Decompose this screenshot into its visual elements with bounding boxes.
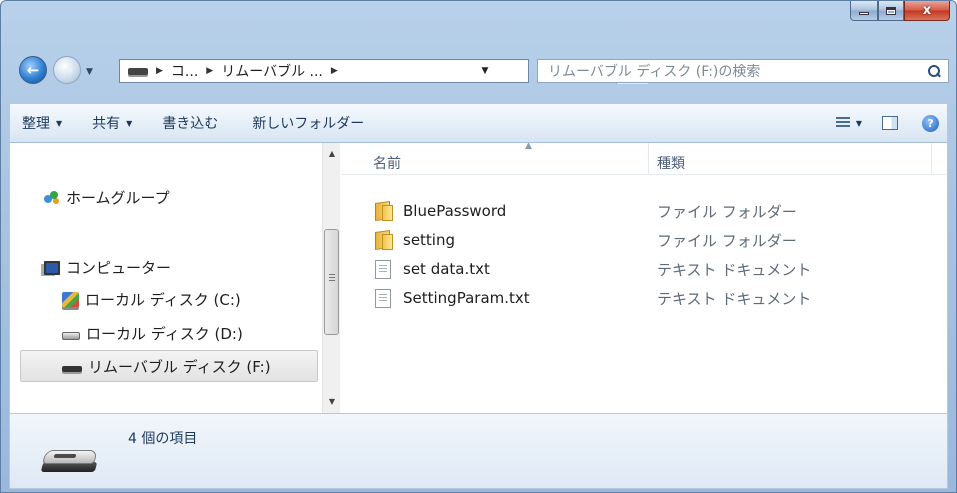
navigation-bar: ← → ▼ ▶ コ... ▶ リムーバブル ... ▶ ▼ ⇄ リムーバブル デ… [1,52,956,92]
file-name: set data.txt [403,260,490,278]
file-row-bluepassword[interactable]: BluePassword ファイル フォルダー [373,199,933,223]
burn-button[interactable]: 書き込む [154,104,226,142]
local-disk-c-icon [62,292,79,307]
file-type: ファイル フォルダー [657,202,797,221]
preview-pane-icon[interactable] [882,116,898,130]
folder-icon [373,202,393,221]
search-placeholder: リムーバブル ディスク (F:)の検索 [548,64,761,80]
file-type: テキスト ドキュメント [657,260,812,279]
new-folder-label: 新しいフォルダー [252,116,365,132]
organize-label: 整理 [22,116,50,132]
sort-ascending-icon: ▲ [525,141,532,151]
help-icon[interactable]: ? [922,114,939,132]
close-icon: x [922,3,932,18]
column-divider[interactable] [931,143,932,175]
column-header-row: 名前 ▲ 種類 [341,141,947,175]
removable-drive-large-icon [40,446,100,476]
close-button[interactable]: x [904,1,950,21]
change-view-icon[interactable] [835,117,850,129]
details-pane: 4 個の項目 [9,413,948,489]
maximize-button[interactable] [878,1,904,21]
column-header-type[interactable]: 種類 [657,153,685,173]
file-type: ファイル フォルダー [657,231,797,250]
recent-pages-dropdown-icon[interactable]: ▼ [86,67,93,77]
caption-buttons: x [850,1,950,21]
content-area: ホームグループ コンピューター ローカル ディスク (C:) ローカル ディスク… [9,141,948,413]
local-disk-d-icon [62,331,80,340]
file-list-pane: 名前 ▲ 種類 BluePassword ファイル フォルダー setting … [341,141,947,413]
search-icon[interactable] [928,65,940,77]
command-bar: 整理 ▼ 共有 ▼ 書き込む 新しいフォルダー ▼ ? [9,103,948,143]
breadcrumb-separator-icon[interactable]: ▶ [156,66,163,76]
computer-icon [44,260,60,275]
breadcrumb-separator-icon[interactable]: ▶ [206,66,213,76]
share-menu[interactable]: 共有 ▼ [84,104,140,142]
new-folder-button[interactable]: 新しいフォルダー [244,104,372,142]
grip-icon [329,274,335,282]
sidebar-item-label: ローカル ディスク (C:) [85,291,241,309]
maximize-icon [886,6,896,15]
search-box[interactable]: リムーバブル ディスク (F:)の検索 [537,59,949,83]
view-options-dropdown-icon[interactable]: ▼ [856,119,862,128]
column-divider[interactable] [648,143,649,175]
sidebar-item-local-disk-d[interactable]: ローカル ディスク (D:) [62,323,243,344]
column-header-name[interactable]: 名前 [373,153,401,173]
sidebar-item-label: ローカル ディスク (D:) [86,325,243,343]
back-button[interactable]: ← [19,56,47,84]
file-row-setting[interactable]: setting ファイル フォルダー [373,228,933,252]
back-arrow-icon: ← [26,60,40,79]
minimize-button[interactable] [850,1,878,21]
file-name: SettingParam.txt [403,289,530,307]
organize-menu[interactable]: 整理 ▼ [14,104,70,142]
view-controls: ▼ ? [835,114,947,132]
sidebar-item-label: ホームグループ [66,189,170,207]
share-label: 共有 [92,116,121,132]
burn-label: 書き込む [162,116,219,132]
sidebar-item-local-disk-c[interactable]: ローカル ディスク (C:) [62,289,241,310]
folder-icon [373,231,393,250]
scroll-thumb[interactable] [324,229,339,335]
text-file-icon [375,289,391,308]
breadcrumb-removable-disk[interactable]: リムーバブル ... [221,61,323,81]
forward-button[interactable]: → [53,56,81,84]
navigation-pane: ホームグループ コンピューター ローカル ディスク (C:) ローカル ディスク… [10,143,322,413]
sidebar-item-label: コンピューター [66,259,172,277]
file-row-set-data-txt[interactable]: set data.txt テキスト ドキュメント [373,257,933,281]
scroll-down-arrow-icon[interactable]: ▼ [323,393,341,411]
sidebar-item-homegroup[interactable]: ホームグループ [44,187,170,208]
homegroup-icon [44,190,60,205]
removable-disk-icon [62,365,82,372]
file-name: setting [403,231,456,249]
chevron-down-icon: ▼ [126,118,133,128]
file-row-settingparam-txt[interactable]: SettingParam.txt テキスト ドキュメント [373,286,933,310]
sidebar-item-label: リムーバブル ディスク (F:) [88,358,271,376]
sidebar-item-removable-disk-f[interactable]: リムーバブル ディスク (F:) [62,356,271,377]
sidebar-item-computer[interactable]: コンピューター [44,257,171,278]
address-dropdown-icon[interactable]: ▼ [474,66,496,76]
navigation-scrollbar[interactable]: ▲ ▼ [322,143,340,413]
address-bar[interactable]: ▶ コ... ▶ リムーバブル ... ▶ ▼ ⇄ [119,59,648,84]
item-count-label: 4 個の項目 [128,431,198,447]
explorer-window: x ← → ▼ ▶ コ... ▶ リムーバブル ... ▶ ▼ ⇄ リムーバブル… [0,0,957,493]
removable-drive-small-icon [128,67,148,75]
text-file-icon [375,260,391,279]
file-name: BluePassword [403,202,507,220]
minimize-icon [859,12,869,15]
file-type: テキスト ドキュメント [657,289,812,308]
breadcrumb-separator-icon[interactable]: ▶ [331,66,338,76]
scroll-up-arrow-icon[interactable]: ▲ [323,145,341,163]
breadcrumb-computer[interactable]: コ... [171,61,198,81]
forward-arrow-icon: → [60,60,74,79]
chevron-down-icon: ▼ [56,118,63,128]
